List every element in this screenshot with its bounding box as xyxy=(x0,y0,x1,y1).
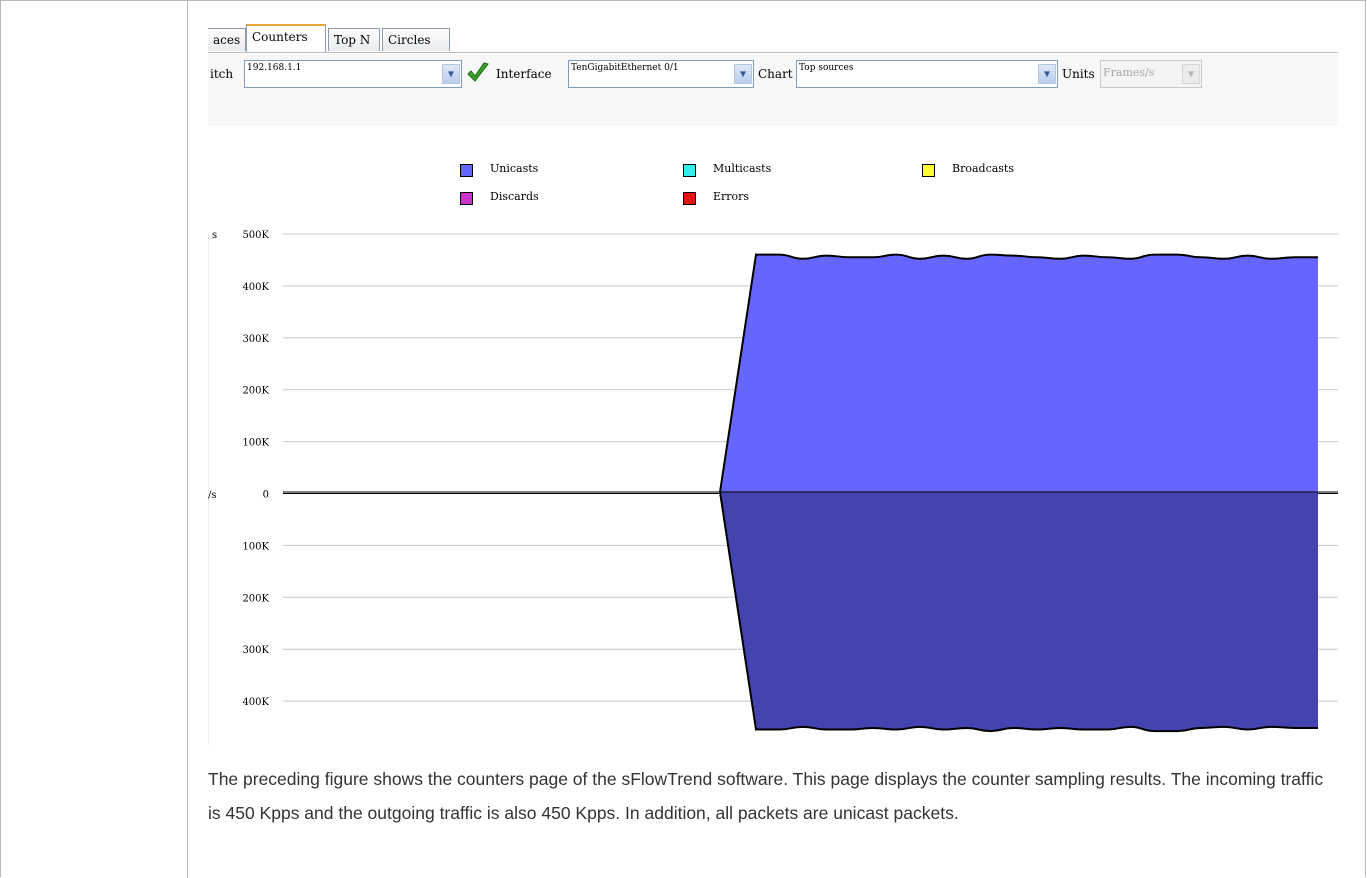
interface-select[interactable]: TenGigabitEthernet 0/1 ▼ xyxy=(568,60,754,88)
sflowtrend-screenshot: aces Counters Top N Circles itch 192.168… xyxy=(208,20,1338,745)
switch-value: 192.168.1.1 xyxy=(247,63,302,73)
tab-label: aces xyxy=(213,33,241,47)
chevron-down-icon[interactable]: ▼ xyxy=(442,64,460,84)
units-select: Frames/s ▼ xyxy=(1100,60,1202,88)
units-label: Units xyxy=(1062,67,1095,81)
y-tick-label: 100K xyxy=(242,541,269,552)
y-tick-label: 200K xyxy=(242,593,269,604)
chart-value: Top sources xyxy=(799,63,854,73)
left-table-cell xyxy=(0,0,188,878)
y-axis-label: s xyxy=(212,230,217,241)
tab-label: Counters xyxy=(252,30,308,44)
tab-counters[interactable]: Counters xyxy=(246,24,326,52)
y-tick-label: 400K xyxy=(242,282,269,293)
chevron-down-icon[interactable]: ▼ xyxy=(734,64,752,84)
tab-top-n[interactable]: Top N xyxy=(328,28,380,51)
tab-interfaces[interactable]: aces xyxy=(208,28,246,51)
switch-label: itch xyxy=(210,67,234,81)
tab-label: Circles xyxy=(388,33,431,47)
y-tick-label: 300K xyxy=(242,645,269,656)
caption-paragraph: The preceding figure shows the counters … xyxy=(208,769,1324,823)
interface-label: Interface xyxy=(496,67,552,81)
tab-circles[interactable]: Circles xyxy=(382,28,450,51)
y-tick-label: 500K xyxy=(242,230,269,241)
switch-select[interactable]: 192.168.1.1 ▼ xyxy=(244,60,462,88)
y-axis-label: /s xyxy=(208,490,217,501)
y-tick-label: 200K xyxy=(242,386,269,397)
y-tick-label: 0 xyxy=(263,490,269,501)
content-cell: aces Counters Top N Circles itch 192.168… xyxy=(188,0,1366,878)
tab-bar: aces Counters Top N Circles xyxy=(208,22,1338,53)
chart-plot: 500K400K300K200K100K0100K200K300K400K500… xyxy=(208,230,1338,745)
units-value: Frames/s xyxy=(1103,66,1155,79)
y-tick-label: 400K xyxy=(242,697,269,708)
y-tick-label: 100K xyxy=(242,438,269,449)
counters-chart: Unicasts Multicasts Broadcasts Discards Erro… xyxy=(208,126,1338,745)
apply-check-icon[interactable] xyxy=(466,61,490,85)
chevron-down-icon[interactable]: ▼ xyxy=(1038,64,1056,84)
unicasts-out-area xyxy=(720,492,1318,732)
chart-select[interactable]: Top sources ▼ xyxy=(796,60,1058,88)
interface-value: TenGigabitEthernet 0/1 xyxy=(571,63,679,73)
chart-label: Chart xyxy=(758,67,793,81)
tab-label: Top N xyxy=(334,33,371,47)
y-tick-label: 300K xyxy=(242,334,269,345)
unicasts-in-area xyxy=(720,254,1318,492)
chevron-down-icon: ▼ xyxy=(1182,64,1200,84)
